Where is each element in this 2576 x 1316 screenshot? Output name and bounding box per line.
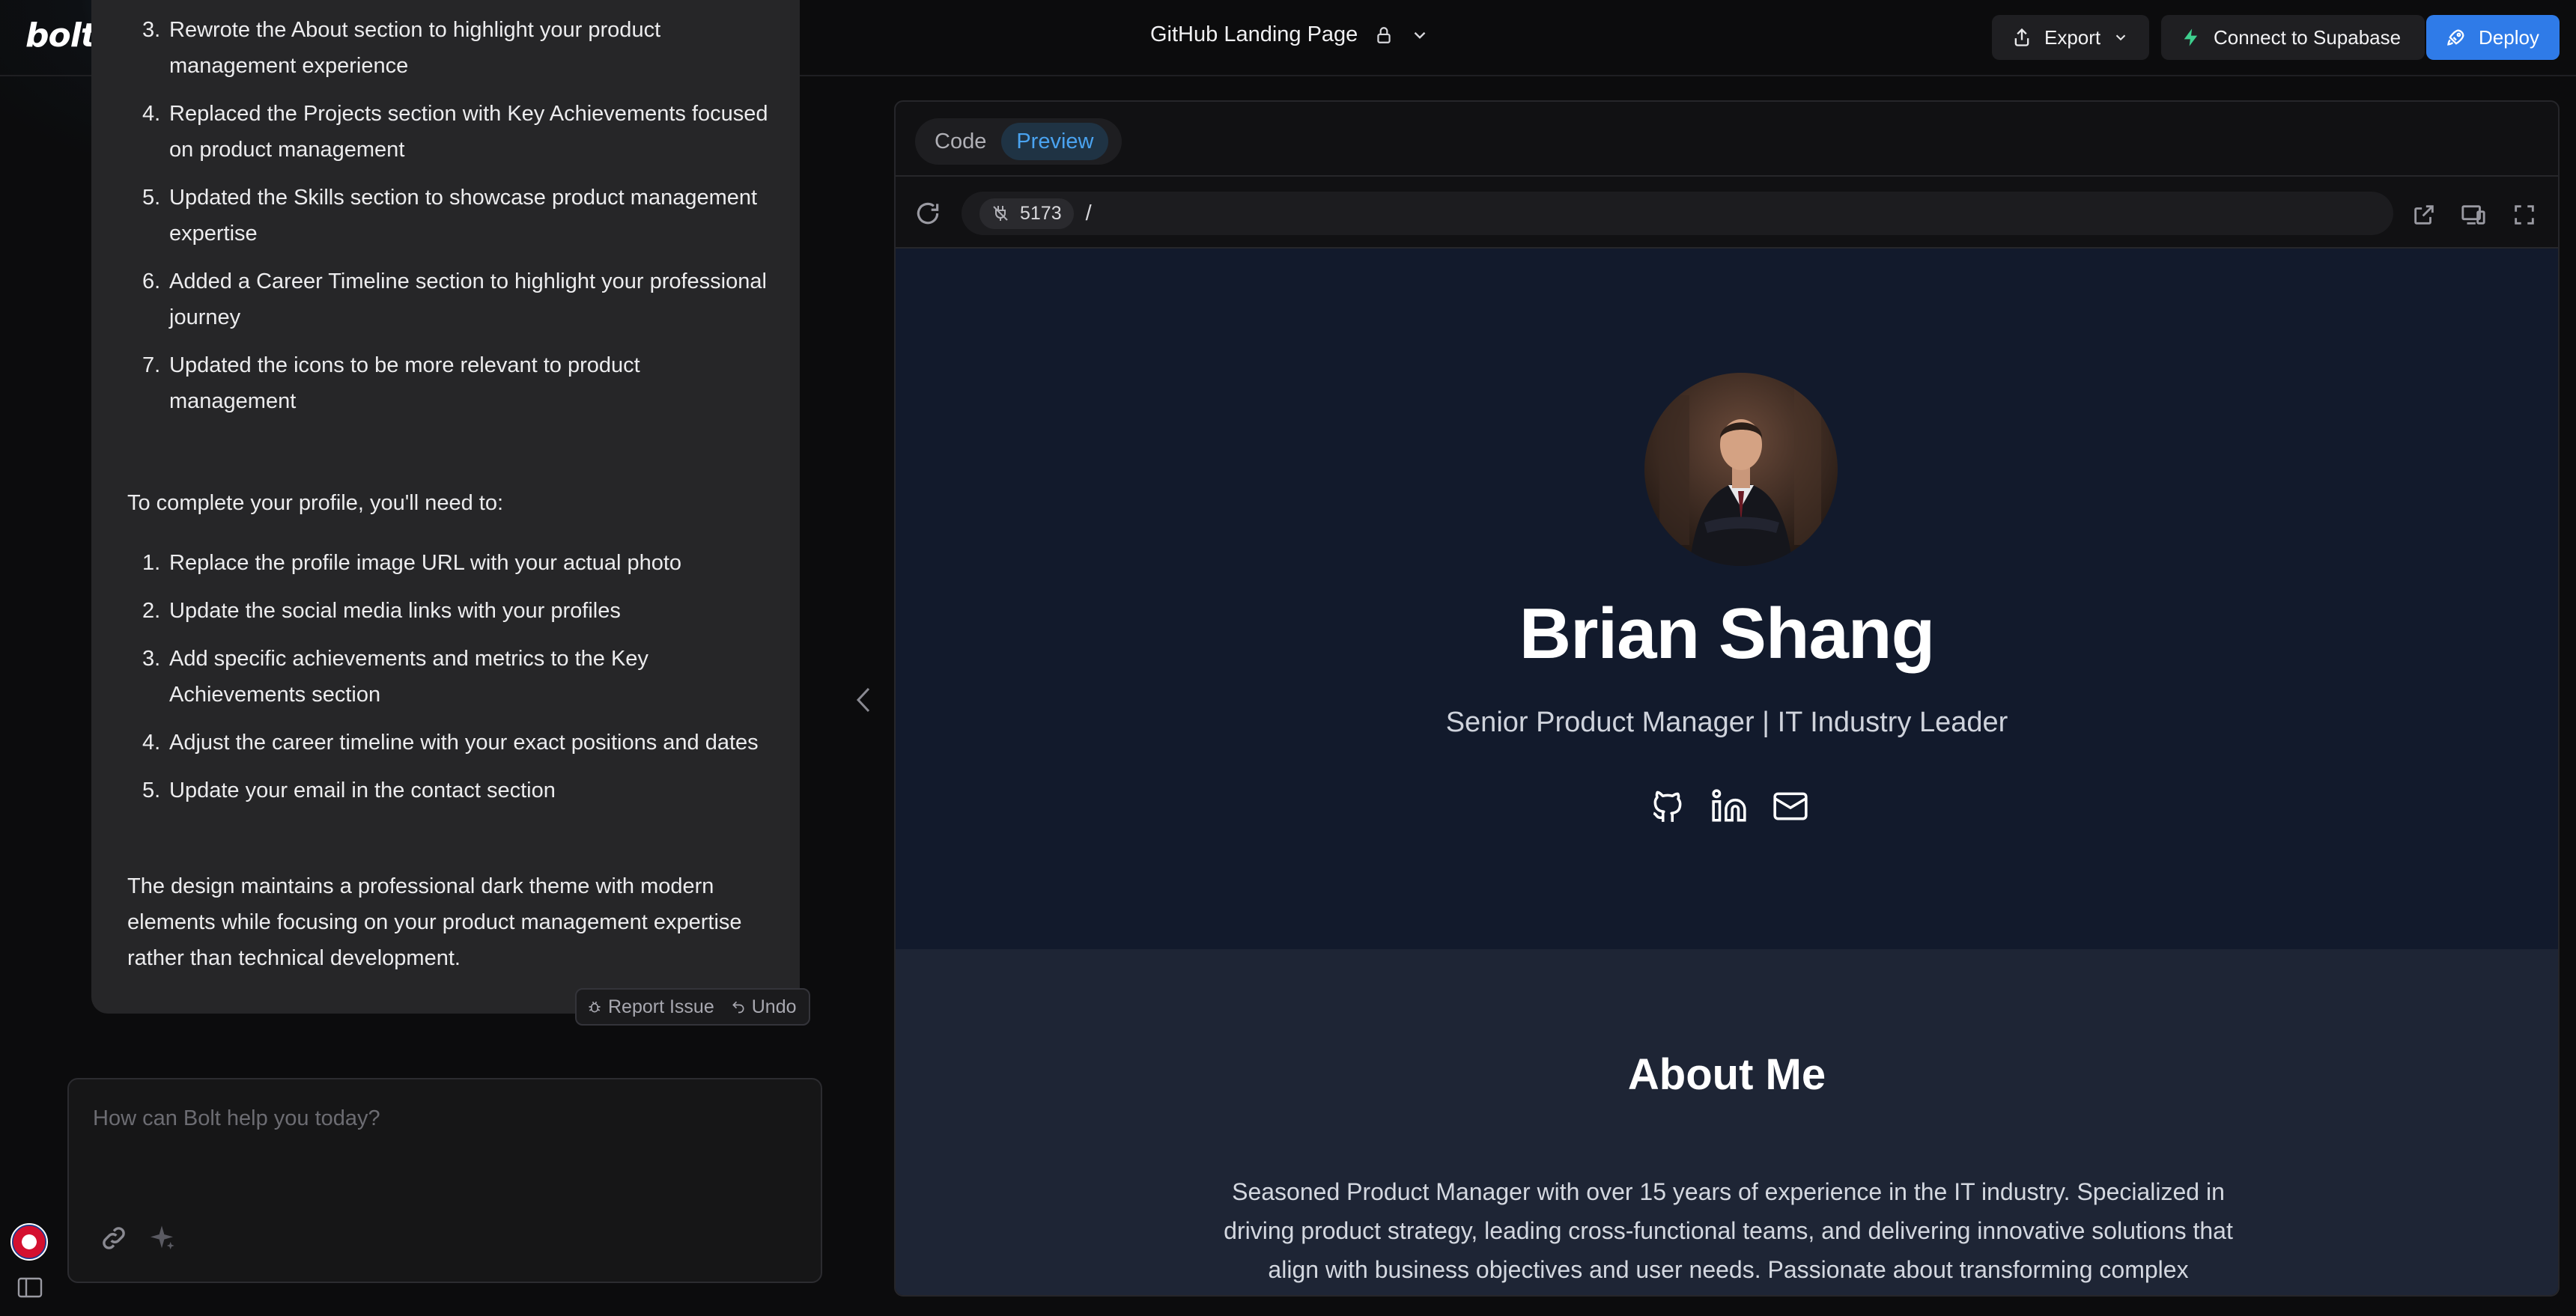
github-icon[interactable] [1649,788,1686,825]
sparkle-icon[interactable] [147,1223,177,1253]
rocket-icon [2447,29,2464,46]
port-selector[interactable]: 5173 [979,198,1074,229]
project-title-button[interactable]: GitHub Landing Page [1150,22,1430,47]
plug-icon [993,206,1008,221]
deploy-label: Deploy [2479,25,2539,49]
list-item: 3. Add specific achievements and metrics … [142,647,648,707]
undo-button[interactable]: Undo [731,996,797,1018]
list-item: 1. Replace the profile image URL with you… [142,551,682,575]
linkedin-icon[interactable] [1710,788,1748,825]
hero-section: Brian Shang Senior Product Manager | IT … [896,249,2558,949]
export-button[interactable]: Export [1992,15,2149,60]
bolt-logo[interactable]: bolt [25,16,97,55]
port-number: 5173 [1020,202,1062,224]
site-preview: Brian Shang Senior Product Manager | IT … [896,249,2558,1295]
link-icon[interactable] [99,1223,129,1253]
prompt-input[interactable] [93,1103,767,1133]
list-item: 7. Updated the icons to be more relevant … [142,353,640,413]
supabase-icon [2184,28,2198,46]
export-label: Export [2044,25,2101,49]
undo-label: Undo [751,996,797,1017]
project-title: GitHub Landing Page [1150,22,1358,46]
chevron-down-icon [2115,34,2126,41]
list-item: 5. Updated the Skills section to showcase… [142,186,758,246]
supabase-label: Connect to Supabase [2214,25,2402,49]
preview-toolbar: 5173 / [896,178,2558,249]
report-issue-label: Report Issue [608,996,714,1017]
preview-panel: Code Preview 5173 / Brian Shang Senior P… [894,100,2560,1297]
todo-list: 1. Replace the profile image URL with you… [127,545,771,820]
device-toggle-icon[interactable] [2461,202,2486,228]
user-avatar[interactable] [10,1223,48,1261]
list-item: 4. Replaced the Projects section with Key… [142,102,768,162]
tab-preview[interactable]: Preview [1001,123,1109,160]
assistant-message: 3. Rewrote the About section to highligh… [91,0,800,1014]
about-title: About Me [1627,1050,1826,1099]
sidebar-toggle-icon[interactable] [16,1276,43,1300]
message-actions: Report Issue Undo [575,988,810,1026]
report-issue-button[interactable]: Report Issue [587,996,714,1018]
view-switcher: Code Preview [915,118,1122,165]
chevron-down-icon [1414,31,1426,39]
external-link-icon[interactable] [2411,202,2437,228]
deploy-button[interactable]: Deploy [2426,15,2560,60]
connect-supabase-button[interactable]: Connect to Supabase [2161,15,2425,60]
list-item: 3. Rewrote the About section to highligh… [142,18,661,78]
url-path: / [1085,201,1092,225]
profile-role: Senior Product Manager | IT Industry Lea… [1445,707,2008,738]
prompt-box [67,1078,822,1283]
share-icon [2014,28,2029,46]
bug-icon [589,1001,601,1013]
mail-icon[interactable] [1772,788,1809,825]
changes-list: 3. Rewrote the About section to highligh… [127,18,771,431]
undo-icon [732,1001,744,1014]
list-item: 4. Adjust the career timeline with your e… [142,731,759,755]
list-item: 6. Added a Career Timeline section to hig… [142,269,767,329]
fullscreen-icon[interactable] [2512,202,2537,228]
social-links [1649,788,1809,825]
workbench-tabs-bar: Code Preview [896,102,2558,177]
reload-icon[interactable] [914,199,942,228]
instructions-intro: To complete your profile, you'll need to… [127,491,504,515]
profile-photo [1644,373,1838,566]
list-item: 2. Update the social media links with you… [142,599,621,623]
tab-code[interactable]: Code [920,123,1001,160]
collapse-preview-chevron-icon[interactable] [852,683,875,717]
address-bar[interactable]: 5173 / [962,192,2393,235]
about-text: Seasoned Product Manager with over 15 ye… [1224,1178,2233,1283]
summary-paragraph: The design maintains a professional dark… [127,874,742,970]
list-item: 5. Update your email in the contact secti… [142,779,556,802]
lock-icon [1377,26,1391,43]
profile-name: Brian Shang [1519,594,1935,674]
